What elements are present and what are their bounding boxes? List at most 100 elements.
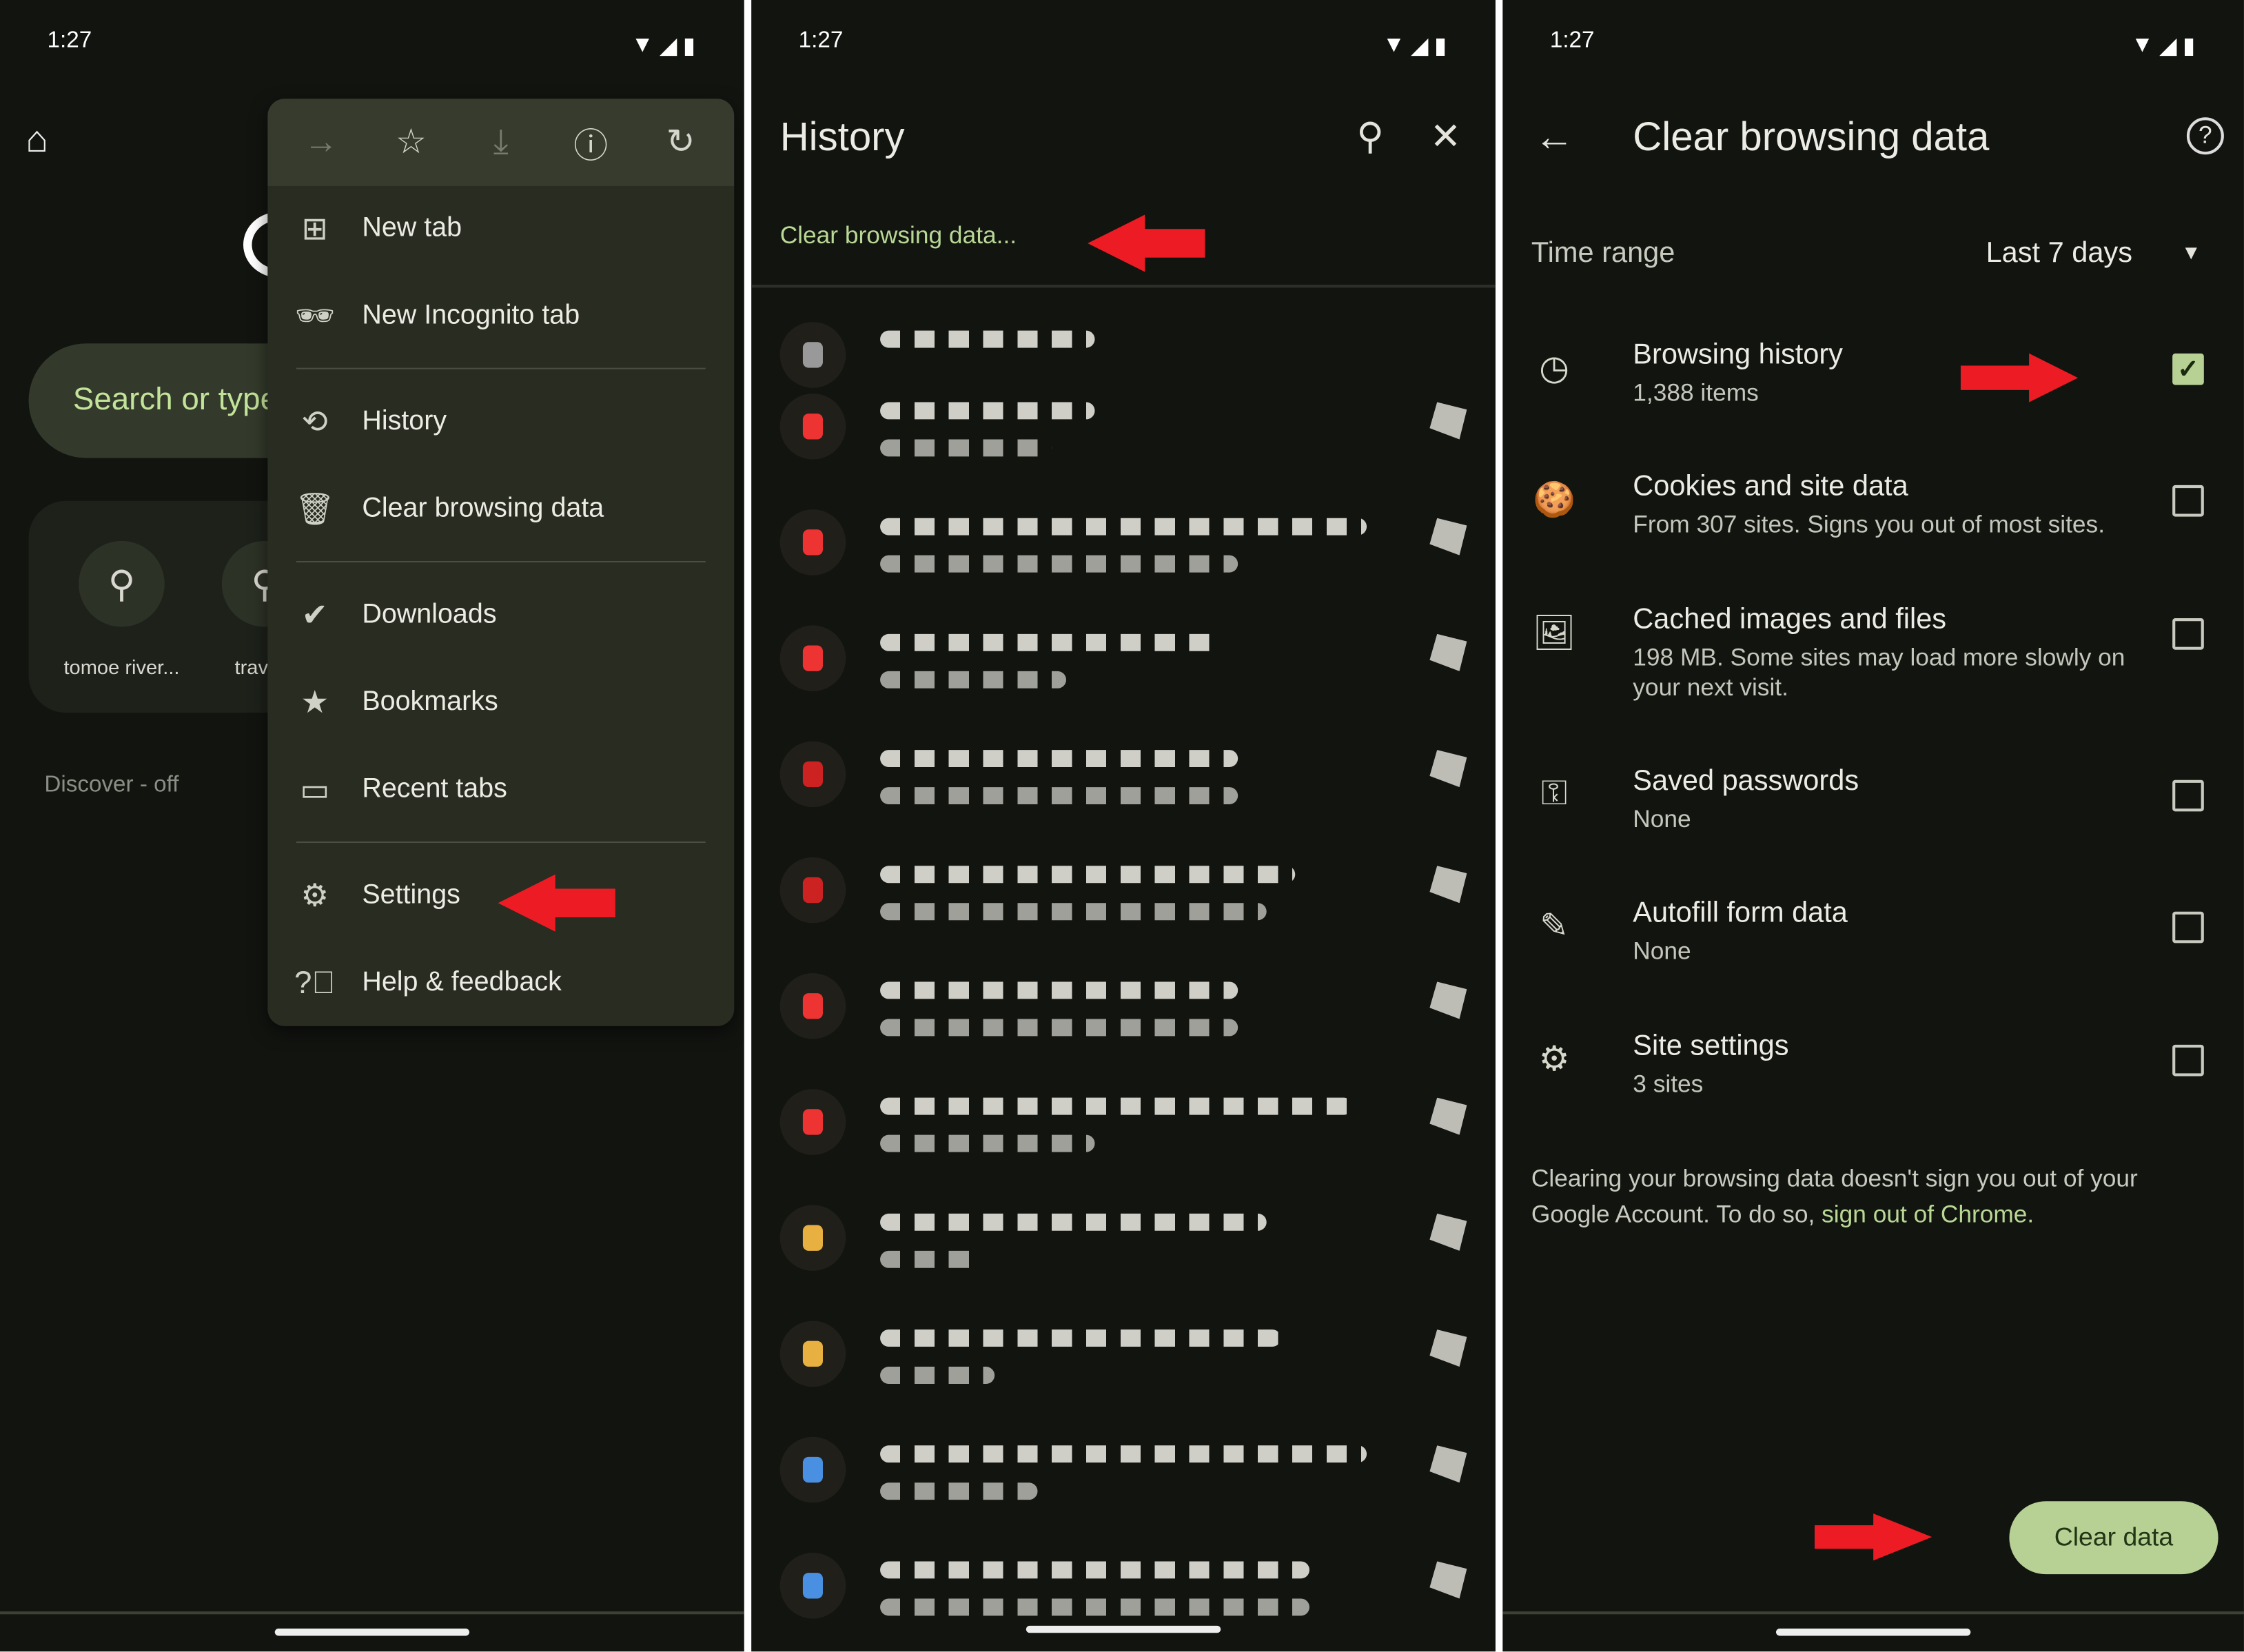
site-settings-icon: ⚙ — [1538, 1040, 1570, 1079]
checkbox[interactable] — [2172, 911, 2204, 944]
menu-item-downloads[interactable]: ✔ Downloads — [267, 575, 734, 655]
page-title: Clear browsing data — [1633, 114, 1990, 159]
key-icon: ⚿ — [1541, 774, 1568, 813]
dropdown-arrow-icon[interactable]: ▼ — [2181, 241, 2201, 263]
menu-item-history[interactable]: ⟲ History — [267, 382, 734, 462]
menu-label: New Incognito tab — [362, 300, 580, 331]
favicon — [779, 1320, 846, 1387]
trash-icon: 🗑 — [294, 491, 335, 527]
sign-out-link[interactable]: sign out of Chrome. — [1822, 1201, 2034, 1227]
remove-icon[interactable] — [1429, 1445, 1467, 1483]
pencil-icon: ✎ — [1540, 907, 1569, 946]
menu-item-recent-tabs[interactable]: ▭ Recent tabs — [267, 750, 734, 830]
history-item[interactable] — [779, 843, 1467, 943]
home-gesture-bar[interactable] — [1775, 1629, 1971, 1636]
remove-icon[interactable] — [1429, 1329, 1467, 1367]
remove-icon[interactable] — [1429, 402, 1467, 440]
favicon — [779, 625, 846, 691]
clear-option[interactable]: ⚙ Site settings 3 sites — [1502, 1030, 2244, 1159]
status-bar: 1:27 ▼ ◢ ▮ — [0, 29, 744, 61]
menu-item-clear-browsing-data[interactable]: 🗑 Clear browsing data — [267, 469, 734, 549]
clear-data-button[interactable]: Clear data — [2009, 1501, 2218, 1575]
history-item-url — [880, 555, 1238, 573]
status-bar: 1:27 ▼ ◢ ▮ — [1502, 29, 2244, 61]
search-icon[interactable]: ⚲ — [1356, 114, 1384, 159]
history-item[interactable] — [779, 959, 1467, 1059]
history-item[interactable] — [779, 1191, 1467, 1291]
remove-icon[interactable] — [1429, 1561, 1467, 1599]
option-title: Browsing history — [1633, 339, 1843, 371]
remove-icon[interactable] — [1429, 750, 1467, 788]
history-item[interactable] — [779, 611, 1467, 711]
signal-icon: ◢ — [2159, 34, 2177, 59]
remove-icon[interactable] — [1429, 866, 1467, 904]
clear-browsing-data-link[interactable]: Clear browsing data... — [780, 222, 1017, 251]
clock-icon: ◷ — [1539, 349, 1569, 388]
time-range-label: Time range — [1531, 237, 1675, 269]
close-icon[interactable]: ✕ — [1430, 114, 1461, 159]
favicon — [779, 509, 846, 575]
history-item[interactable] — [779, 727, 1467, 827]
history-icon: ⟲ — [301, 403, 328, 440]
favicon — [779, 1553, 846, 1619]
back-arrow-icon[interactable]: ← — [1534, 114, 1574, 160]
info-icon[interactable]: ⓘ — [562, 117, 620, 167]
remove-icon[interactable] — [1429, 518, 1467, 555]
home-gesture-bar[interactable] — [274, 1629, 470, 1636]
remove-icon[interactable] — [1429, 1213, 1467, 1251]
history-item-title — [880, 1329, 1281, 1347]
download-icon[interactable]: ⤓ — [472, 123, 529, 163]
favicon — [779, 857, 846, 924]
history-item-title — [880, 518, 1367, 536]
favicon — [779, 1436, 846, 1503]
checkbox[interactable] — [2172, 1044, 2204, 1077]
history-item-url — [880, 1019, 1238, 1037]
clear-option[interactable]: ⚿ Saved passwords None — [1502, 766, 2244, 895]
remove-icon[interactable] — [1429, 1097, 1467, 1135]
remove-icon[interactable] — [1429, 981, 1467, 1019]
battery-icon: ▮ — [682, 34, 696, 59]
menu-label: Help & feedback — [362, 967, 562, 998]
history-panel: 1:27 ▼ ◢ ▮ History ⚲ ✕ Clear browsing data… — [751, 0, 1496, 1652]
remove-icon[interactable] — [1429, 633, 1467, 671]
favicon — [779, 1205, 846, 1271]
clear-option[interactable]: 🍪 Cookies and site data From 307 sites. … — [1502, 471, 2244, 600]
menu-item-help[interactable]: ?⃝ Help & feedback — [267, 943, 734, 1023]
help-icon[interactable]: ? — [2186, 117, 2224, 155]
option-title: Cached images and files — [1633, 604, 1947, 635]
history-item[interactable] — [779, 1307, 1467, 1407]
gear-icon: ⚙ — [300, 877, 329, 913]
nav-bar — [1502, 1611, 2244, 1651]
time-range-select[interactable]: Last 7 days — [1986, 238, 2132, 271]
clear-option[interactable]: ✎ Autofill form data None — [1502, 897, 2244, 1026]
divider — [296, 560, 706, 563]
clear-option[interactable]: ◷ Browsing history 1,388 items ✓ — [1502, 339, 2244, 468]
checkbox[interactable]: ✓ — [2172, 353, 2204, 385]
history-item[interactable] — [779, 379, 1467, 479]
refresh-icon[interactable]: ↻ — [652, 122, 709, 163]
history-item[interactable] — [779, 1074, 1467, 1174]
checkbox[interactable] — [2172, 618, 2204, 650]
history-item-title — [880, 1561, 1309, 1579]
forward-icon[interactable]: → — [292, 123, 349, 163]
history-item[interactable] — [779, 1422, 1467, 1522]
menu-item-new-tab[interactable]: ⊞ New tab — [267, 189, 734, 269]
divider — [296, 841, 706, 844]
shortcut-tile[interactable]: ⚲ tomoe river... — [57, 540, 186, 678]
favicon — [779, 741, 846, 808]
home-gesture-bar[interactable] — [1026, 1625, 1221, 1633]
chrome-home-panel: 1:27 ▼ ◢ ▮ ⌂ Search or type ⚲ tomoe river..… — [0, 0, 744, 1652]
history-item[interactable] — [779, 495, 1467, 595]
status-time: 1:27 — [798, 28, 844, 53]
option-subtitle: 3 sites — [1633, 1070, 1704, 1098]
favicon — [779, 322, 846, 388]
clear-option[interactable]: 🖼 Cached images and files 198 MB. Some s… — [1502, 604, 2244, 733]
history-item-title — [880, 981, 1238, 999]
history-item-title — [880, 866, 1296, 884]
checkbox[interactable] — [2172, 485, 2204, 517]
checkbox[interactable] — [2172, 779, 2204, 812]
menu-item-incognito[interactable]: 🕶 New Incognito tab — [267, 276, 734, 356]
star-icon[interactable]: ☆ — [382, 122, 440, 163]
menu-item-bookmarks[interactable]: ★ Bookmarks — [267, 662, 734, 742]
home-icon[interactable]: ⌂ — [26, 117, 48, 161]
